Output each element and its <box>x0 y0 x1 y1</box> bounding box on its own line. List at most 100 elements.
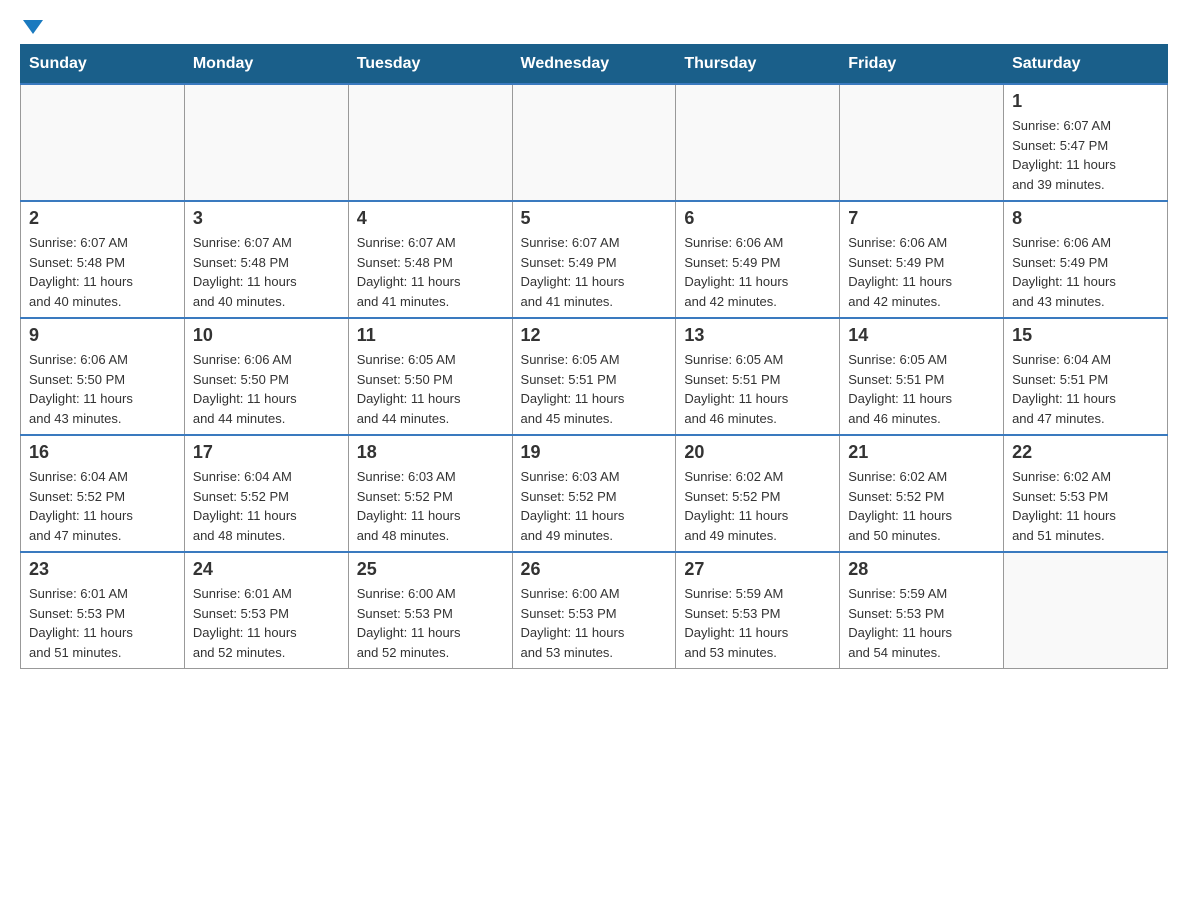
day-number: 8 <box>1012 208 1159 229</box>
day-info: Sunrise: 6:01 AMSunset: 5:53 PMDaylight:… <box>193 584 340 662</box>
day-info: Sunrise: 6:07 AMSunset: 5:48 PMDaylight:… <box>193 233 340 311</box>
day-info: Sunrise: 6:02 AMSunset: 5:53 PMDaylight:… <box>1012 467 1159 545</box>
calendar-cell <box>348 84 512 201</box>
day-number: 1 <box>1012 91 1159 112</box>
calendar-week-5: 23 Sunrise: 6:01 AMSunset: 5:53 PMDayligh… <box>21 552 1168 669</box>
day-info: Sunrise: 6:05 AMSunset: 5:51 PMDaylight:… <box>521 350 668 428</box>
calendar-cell: 24 Sunrise: 6:01 AMSunset: 5:53 PMDayligh… <box>184 552 348 669</box>
calendar-cell: 7 Sunrise: 6:06 AMSunset: 5:49 PMDaylight… <box>840 201 1004 318</box>
calendar-cell: 6 Sunrise: 6:06 AMSunset: 5:49 PMDaylight… <box>676 201 840 318</box>
day-number: 21 <box>848 442 995 463</box>
day-info: Sunrise: 6:06 AMSunset: 5:49 PMDaylight:… <box>1012 233 1159 311</box>
day-number: 28 <box>848 559 995 580</box>
day-number: 25 <box>357 559 504 580</box>
day-info: Sunrise: 6:07 AMSunset: 5:48 PMDaylight:… <box>357 233 504 311</box>
calendar-cell: 15 Sunrise: 6:04 AMSunset: 5:51 PMDayligh… <box>1004 318 1168 435</box>
calendar-cell: 23Sunrise: 6:01 AMSunset: 5:53 PMDayligh… <box>21 552 185 669</box>
calendar-week-4: 16 Sunrise: 6:04 AMSunset: 5:52 PMDayligh… <box>21 435 1168 552</box>
day-number: 7 <box>848 208 995 229</box>
calendar-cell <box>676 84 840 201</box>
calendar-cell: 13Sunrise: 6:05 AMSunset: 5:51 PMDayligh… <box>676 318 840 435</box>
weekday-header-saturday: Saturday <box>1004 45 1168 85</box>
calendar-week-2: 2 Sunrise: 6:07 AMSunset: 5:48 PMDaylight… <box>21 201 1168 318</box>
weekday-header-friday: Friday <box>840 45 1004 85</box>
day-number: 2 <box>29 208 176 229</box>
day-number: 17 <box>193 442 340 463</box>
day-info: Sunrise: 6:07 AMSunset: 5:47 PMDaylight:… <box>1012 116 1159 194</box>
day-number: 14 <box>848 325 995 346</box>
calendar-cell: 27 Sunrise: 5:59 AMSunset: 5:53 PMDayligh… <box>676 552 840 669</box>
day-number: 19 <box>521 442 668 463</box>
calendar-cell: 12 Sunrise: 6:05 AMSunset: 5:51 PMDayligh… <box>512 318 676 435</box>
day-number: 24 <box>193 559 340 580</box>
calendar-cell: 2 Sunrise: 6:07 AMSunset: 5:48 PMDaylight… <box>21 201 185 318</box>
day-info: Sunrise: 6:04 AMSunset: 5:51 PMDaylight:… <box>1012 350 1159 428</box>
calendar-cell <box>21 84 185 201</box>
calendar-cell: 14 Sunrise: 6:05 AMSunset: 5:51 PMDayligh… <box>840 318 1004 435</box>
calendar-cell <box>184 84 348 201</box>
calendar-cell: 9Sunrise: 6:06 AMSunset: 5:50 PMDaylight… <box>21 318 185 435</box>
calendar-header-row: SundayMondayTuesdayWednesdayThursdayFrid… <box>21 45 1168 85</box>
day-number: 5 <box>521 208 668 229</box>
calendar-cell: 1 Sunrise: 6:07 AMSunset: 5:47 PMDaylight… <box>1004 84 1168 201</box>
day-number: 20 <box>684 442 831 463</box>
day-number: 12 <box>521 325 668 346</box>
calendar-cell: 26 Sunrise: 6:00 AMSunset: 5:53 PMDayligh… <box>512 552 676 669</box>
calendar-week-3: 9Sunrise: 6:06 AMSunset: 5:50 PMDaylight… <box>21 318 1168 435</box>
day-number: 6 <box>684 208 831 229</box>
calendar-cell: 28Sunrise: 5:59 AMSunset: 5:53 PMDayligh… <box>840 552 1004 669</box>
day-number: 16 <box>29 442 176 463</box>
calendar-cell: 22 Sunrise: 6:02 AMSunset: 5:53 PMDayligh… <box>1004 435 1168 552</box>
day-info: Sunrise: 6:06 AMSunset: 5:50 PMDaylight:… <box>29 350 176 428</box>
day-number: 18 <box>357 442 504 463</box>
calendar-cell: 10 Sunrise: 6:06 AMSunset: 5:50 PMDayligh… <box>184 318 348 435</box>
calendar-cell <box>840 84 1004 201</box>
weekday-header-sunday: Sunday <box>21 45 185 85</box>
day-info: Sunrise: 6:06 AMSunset: 5:49 PMDaylight:… <box>684 233 831 311</box>
day-info: Sunrise: 6:05 AMSunset: 5:50 PMDaylight:… <box>357 350 504 428</box>
calendar-cell <box>512 84 676 201</box>
day-info: Sunrise: 6:03 AMSunset: 5:52 PMDaylight:… <box>357 467 504 545</box>
day-number: 22 <box>1012 442 1159 463</box>
calendar-table: SundayMondayTuesdayWednesdayThursdayFrid… <box>20 44 1168 669</box>
day-number: 26 <box>521 559 668 580</box>
day-info: Sunrise: 6:06 AMSunset: 5:49 PMDaylight:… <box>848 233 995 311</box>
calendar-cell: 4 Sunrise: 6:07 AMSunset: 5:48 PMDaylight… <box>348 201 512 318</box>
day-number: 27 <box>684 559 831 580</box>
weekday-header-wednesday: Wednesday <box>512 45 676 85</box>
day-info: Sunrise: 6:03 AMSunset: 5:52 PMDaylight:… <box>521 467 668 545</box>
day-number: 4 <box>357 208 504 229</box>
calendar-cell: 11Sunrise: 6:05 AMSunset: 5:50 PMDayligh… <box>348 318 512 435</box>
day-number: 10 <box>193 325 340 346</box>
day-info: Sunrise: 6:05 AMSunset: 5:51 PMDaylight:… <box>848 350 995 428</box>
day-number: 23 <box>29 559 176 580</box>
calendar-cell: 25 Sunrise: 6:00 AMSunset: 5:53 PMDayligh… <box>348 552 512 669</box>
calendar-cell: 20 Sunrise: 6:02 AMSunset: 5:52 PMDayligh… <box>676 435 840 552</box>
day-info: Sunrise: 6:04 AMSunset: 5:52 PMDaylight:… <box>193 467 340 545</box>
day-info: Sunrise: 5:59 AMSunset: 5:53 PMDaylight:… <box>684 584 831 662</box>
day-info: Sunrise: 6:07 AMSunset: 5:49 PMDaylight:… <box>521 233 668 311</box>
day-number: 3 <box>193 208 340 229</box>
day-number: 15 <box>1012 325 1159 346</box>
calendar-cell: 8 Sunrise: 6:06 AMSunset: 5:49 PMDaylight… <box>1004 201 1168 318</box>
day-info: Sunrise: 6:06 AMSunset: 5:50 PMDaylight:… <box>193 350 340 428</box>
calendar-cell: 16 Sunrise: 6:04 AMSunset: 5:52 PMDayligh… <box>21 435 185 552</box>
calendar-week-1: 1 Sunrise: 6:07 AMSunset: 5:47 PMDaylight… <box>21 84 1168 201</box>
day-info: Sunrise: 6:00 AMSunset: 5:53 PMDaylight:… <box>521 584 668 662</box>
calendar-cell: 5 Sunrise: 6:07 AMSunset: 5:49 PMDaylight… <box>512 201 676 318</box>
logo <box>20 20 43 34</box>
day-number: 13 <box>684 325 831 346</box>
day-info: Sunrise: 6:04 AMSunset: 5:52 PMDaylight:… <box>29 467 176 545</box>
day-info: Sunrise: 6:02 AMSunset: 5:52 PMDaylight:… <box>684 467 831 545</box>
calendar-cell <box>1004 552 1168 669</box>
weekday-header-monday: Monday <box>184 45 348 85</box>
day-info: Sunrise: 6:00 AMSunset: 5:53 PMDaylight:… <box>357 584 504 662</box>
calendar-cell: 3 Sunrise: 6:07 AMSunset: 5:48 PMDaylight… <box>184 201 348 318</box>
calendar-cell: 19 Sunrise: 6:03 AMSunset: 5:52 PMDayligh… <box>512 435 676 552</box>
calendar-cell: 17 Sunrise: 6:04 AMSunset: 5:52 PMDayligh… <box>184 435 348 552</box>
logo-triangle-icon <box>23 20 43 34</box>
day-info: Sunrise: 6:02 AMSunset: 5:52 PMDaylight:… <box>848 467 995 545</box>
weekday-header-thursday: Thursday <box>676 45 840 85</box>
day-info: Sunrise: 6:07 AMSunset: 5:48 PMDaylight:… <box>29 233 176 311</box>
page-header <box>20 20 1168 34</box>
